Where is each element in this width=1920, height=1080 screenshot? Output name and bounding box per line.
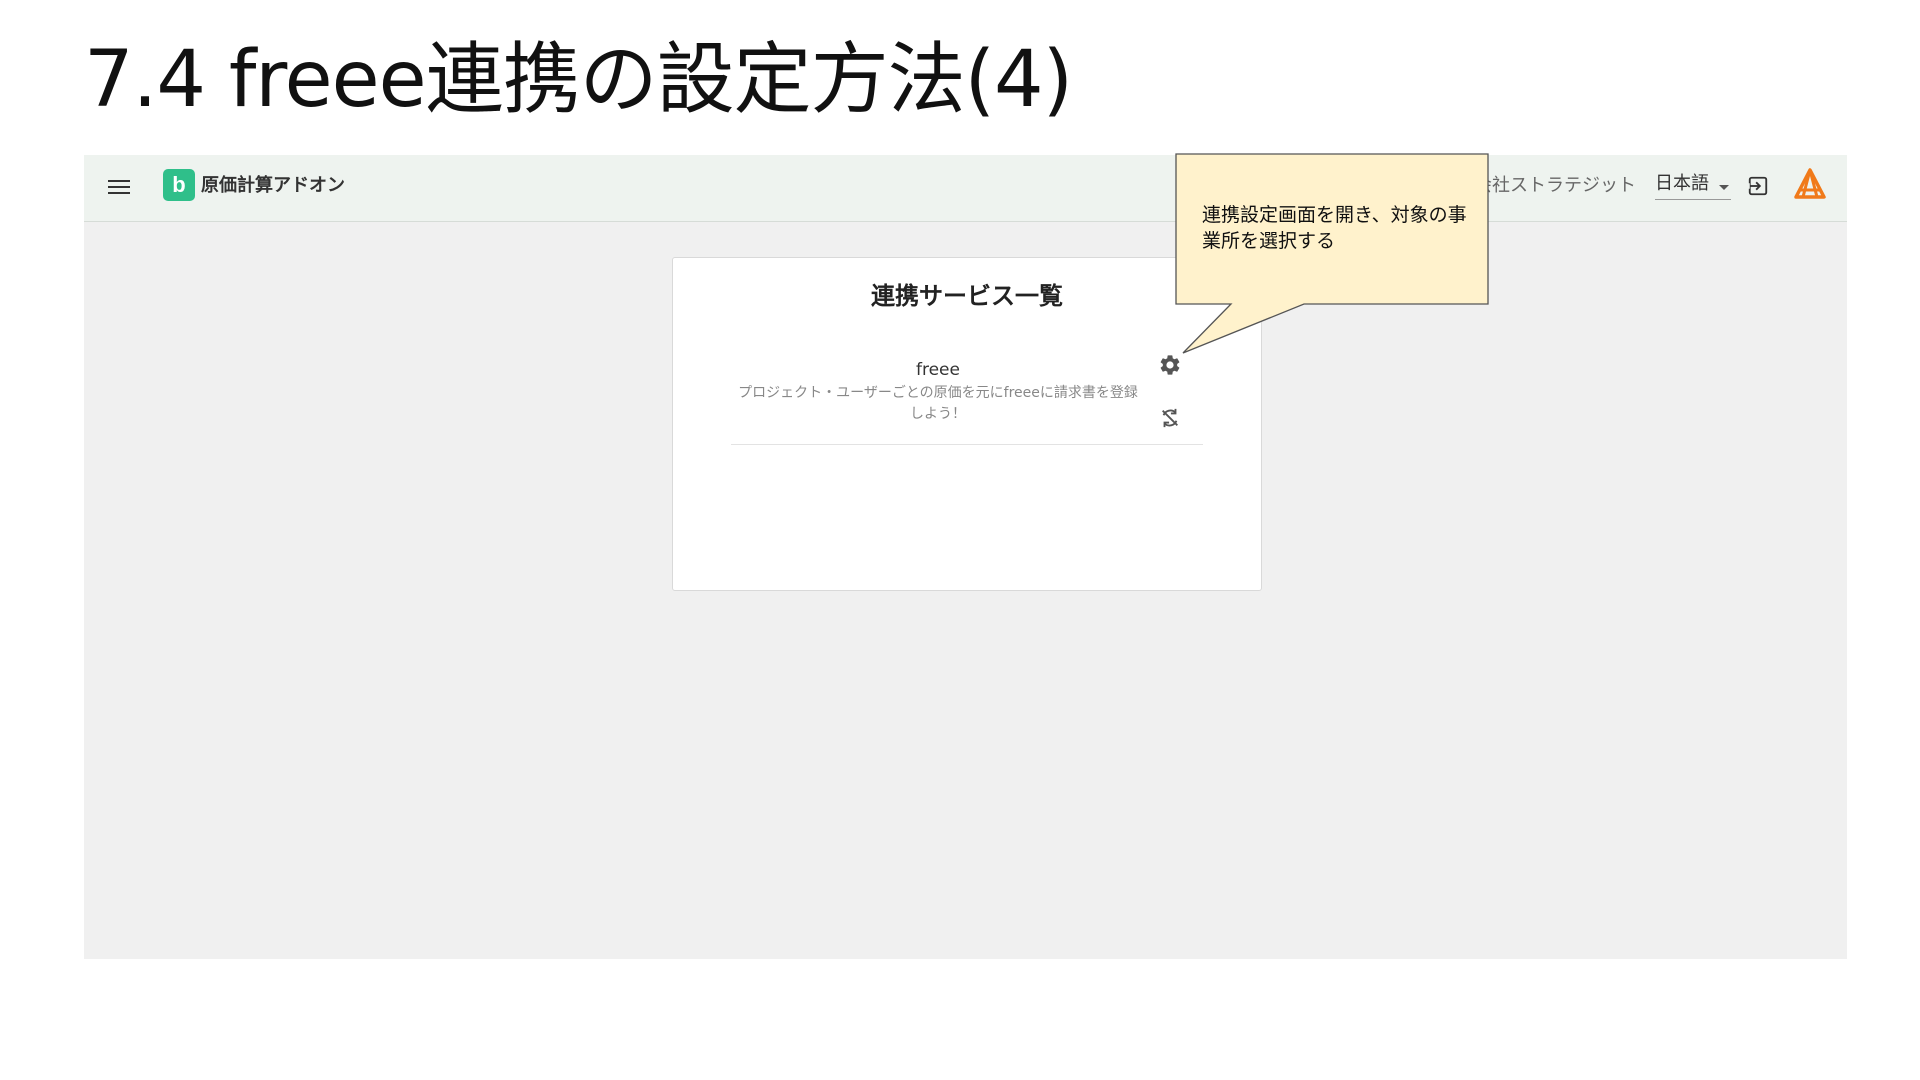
logout-icon[interactable]	[1747, 175, 1769, 197]
card-title: 連携サービス一覧	[871, 282, 1063, 310]
brand-logo-icon	[1794, 168, 1826, 199]
company-name: 会社ストラテジット	[1474, 175, 1636, 196]
divider	[731, 444, 1203, 445]
service-description: プロジェクト・ユーザーごとの原価を元にfreeeに請求書を登録しよう！	[738, 385, 1138, 422]
language-value: 日本語	[1655, 173, 1709, 194]
app-logo-icon[interactable]: b	[163, 169, 195, 201]
integration-services-card: 連携サービス一覧 freee プロジェクト・ユーザーごとの原価を元にfreeeに…	[672, 257, 1262, 591]
app-name[interactable]: 原価計算アドオン	[201, 173, 345, 199]
callout-text: 連携設定画面を開き、対象の事業所を選択する	[1202, 204, 1467, 252]
top-bar: b 原価計算アドオン 会社ストラテジット 日本語	[84, 155, 1847, 222]
sync-disabled-icon[interactable]	[1159, 407, 1181, 429]
chevron-down-icon	[1719, 185, 1729, 190]
callout-box	[1175, 153, 1489, 354]
hamburger-menu-icon[interactable]	[108, 177, 130, 197]
language-select[interactable]: 日本語	[1655, 171, 1731, 200]
service-name: freee	[916, 360, 960, 380]
app-window: b 原価計算アドオン 会社ストラテジット 日本語 連携サービス一覧 freee …	[84, 155, 1847, 959]
slide-title: 7.4 freee連携の設定方法(4)	[84, 35, 1073, 125]
